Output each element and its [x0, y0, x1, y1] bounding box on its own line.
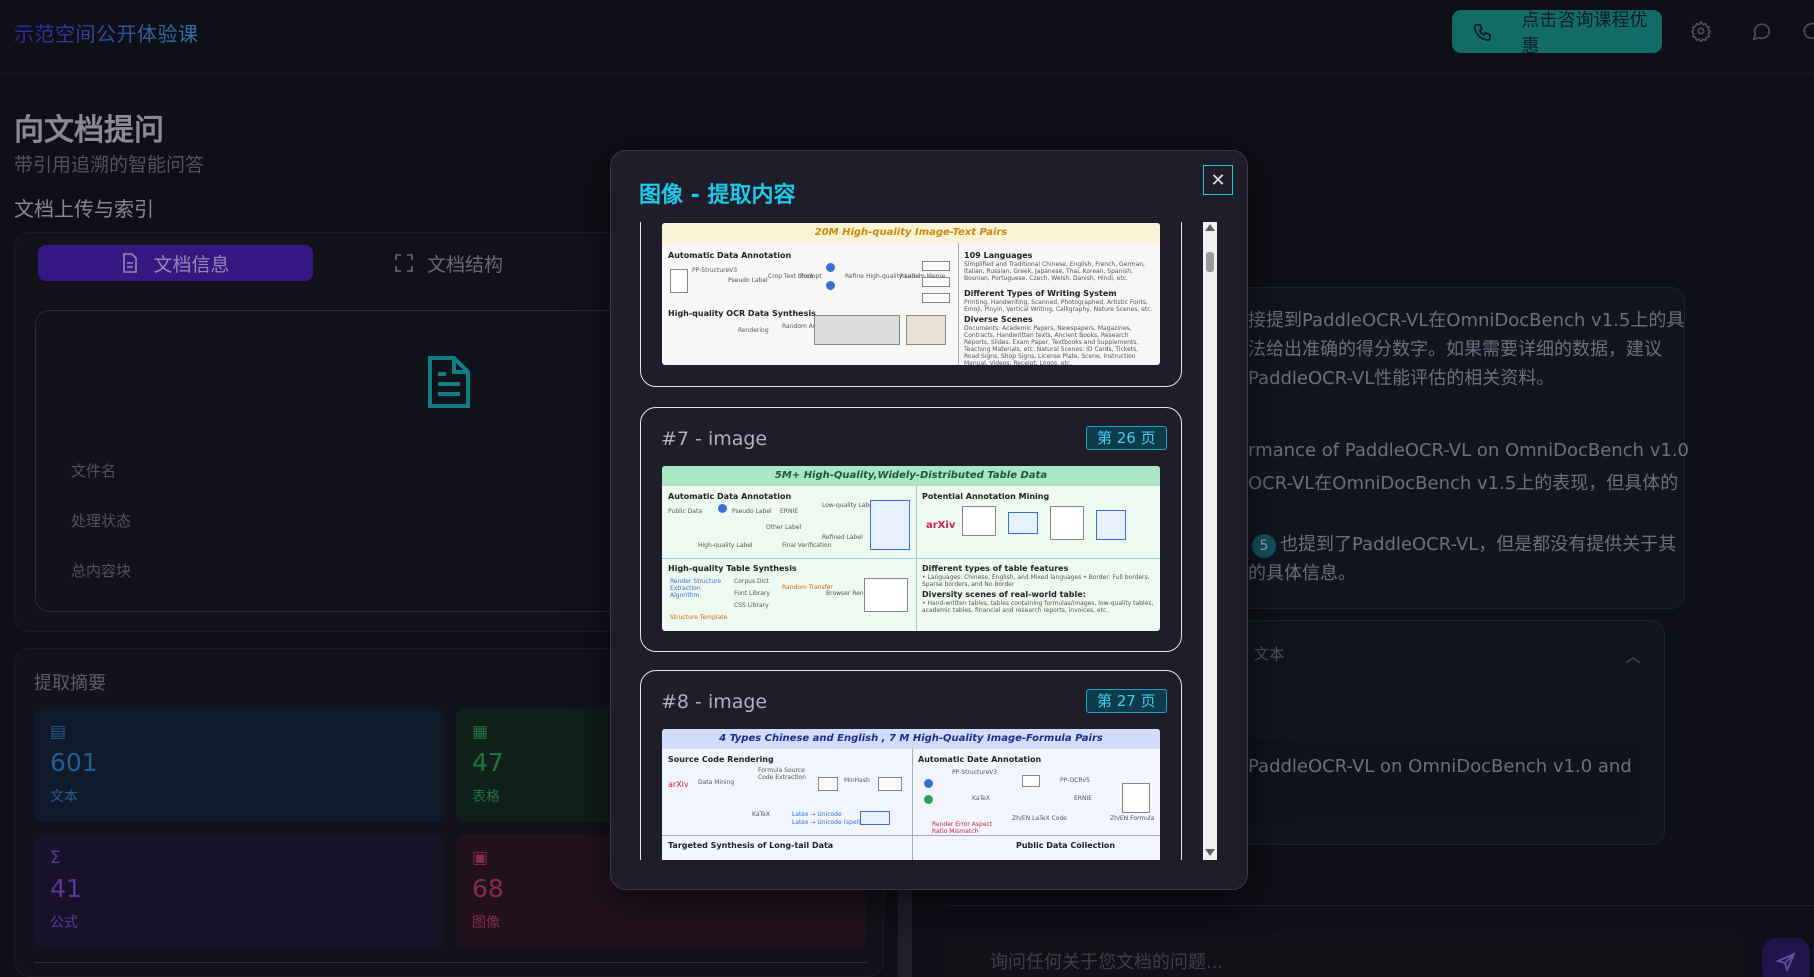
image-item-card: #8 - image 第 27 页 4 Types Chinese and En… — [640, 670, 1182, 860]
image-item-card: 20M High-quality Image-Text Pairs Automa… — [640, 222, 1182, 387]
close-icon: ✕ — [1210, 169, 1226, 191]
scroll-down-arrow-icon[interactable] — [1205, 849, 1215, 856]
image-item-title: #7 - image — [661, 428, 768, 450]
image-item-card: #7 - image 第 26 页 5M+ High-Quality,Widel… — [640, 407, 1182, 652]
scroll-up-arrow-icon[interactable] — [1205, 224, 1215, 231]
image-thumbnail[interactable]: 20M High-quality Image-Text Pairs Automa… — [662, 223, 1160, 365]
page-badge[interactable]: 第 26 页 — [1086, 426, 1167, 450]
close-button[interactable]: ✕ — [1203, 165, 1233, 195]
page-badge[interactable]: 第 27 页 — [1086, 689, 1167, 713]
modal-scrollbar[interactable] — [1203, 222, 1217, 860]
scrollbar-thumb[interactable] — [1206, 252, 1214, 272]
modal-scroll-area[interactable]: 20M High-quality Image-Text Pairs Automa… — [640, 222, 1200, 860]
image-thumbnail[interactable]: 4 Types Chinese and English , 7 M High-Q… — [662, 729, 1160, 860]
modal-title: 图像 - 提取内容 — [639, 183, 796, 208]
image-item-title: #8 - image — [661, 691, 768, 713]
image-thumbnail[interactable]: 5M+ High-Quality,Widely-Distributed Tabl… — [662, 466, 1160, 631]
